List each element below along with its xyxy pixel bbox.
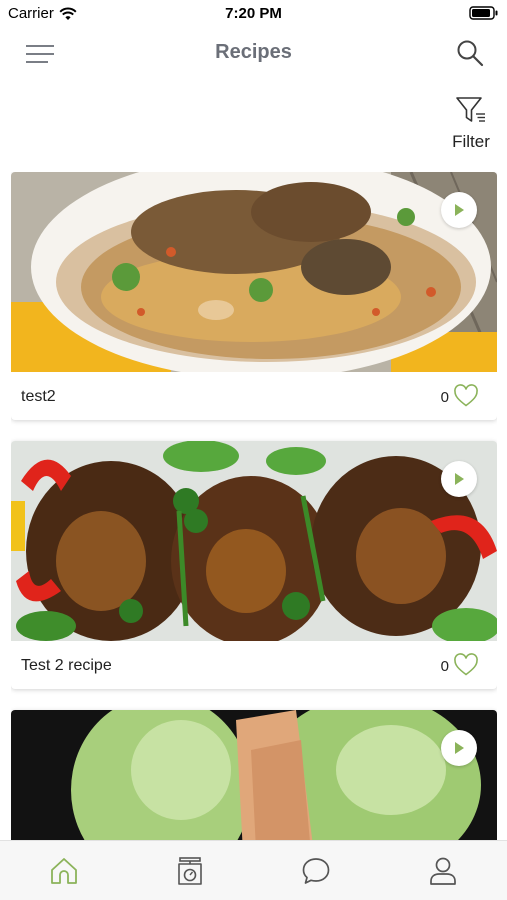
heart-icon: [454, 384, 478, 407]
play-icon: [455, 204, 464, 216]
recipe-image[interactable]: [11, 172, 497, 372]
page-title: Recipes: [215, 41, 292, 63]
like-button[interactable]: [453, 384, 479, 408]
play-icon: [455, 473, 464, 485]
play-icon: [455, 742, 464, 754]
play-button[interactable]: [441, 192, 477, 228]
chat-icon: [302, 858, 330, 884]
home-icon: [51, 858, 77, 884]
recipe-card[interactable]: [11, 710, 497, 840]
recipe-card[interactable]: Test 2 recipe 0: [11, 441, 497, 689]
filter-button[interactable]: Filter: [447, 95, 495, 155]
recipe-footer: Test 2 recipe 0: [11, 641, 497, 689]
play-button[interactable]: [441, 730, 477, 766]
like-button[interactable]: [453, 653, 479, 677]
heart-icon: [454, 653, 478, 676]
header: Recipes: [0, 28, 507, 84]
tab-home[interactable]: [48, 855, 80, 887]
recipe-card[interactable]: test2 0: [11, 172, 497, 420]
recipe-footer: test2 0: [11, 372, 497, 420]
search-icon: [457, 40, 484, 67]
status-bar: Carrier 7:20 PM: [0, 0, 507, 28]
tab-chat[interactable]: [300, 855, 332, 887]
tab-bar: [0, 840, 507, 900]
scale-icon: [178, 857, 202, 885]
filter-icon: [456, 97, 485, 122]
battery-icon: [469, 6, 499, 24]
play-button[interactable]: [441, 461, 477, 497]
recipe-image[interactable]: [11, 710, 497, 840]
profile-icon: [430, 857, 456, 885]
recipe-image[interactable]: [11, 441, 497, 641]
tab-scale[interactable]: [174, 855, 206, 887]
status-time: 7:20 PM: [225, 5, 282, 22]
recipe-name: test2: [21, 388, 56, 405]
like-count: 0: [440, 658, 449, 675]
like-count: 0: [440, 389, 449, 406]
tab-profile[interactable]: [427, 855, 459, 887]
recipe-name: Test 2 recipe: [21, 657, 112, 674]
filter-label: Filter: [452, 132, 490, 151]
search-button[interactable]: [455, 38, 485, 68]
recipe-list[interactable]: test2 0 Test 2 recipe 0: [11, 172, 497, 840]
